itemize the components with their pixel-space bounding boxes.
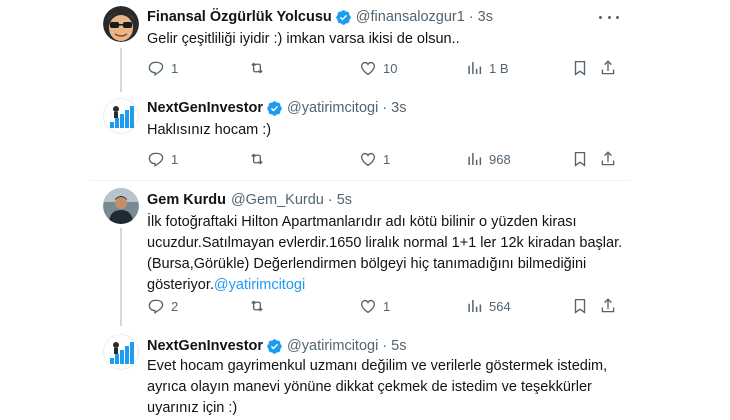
like-count: 1 — [383, 298, 391, 314]
tweet[interactable]: NextGenInvestor @yatirimcitogi · 3s Hakl… — [90, 98, 630, 178]
author-name[interactable]: Gem Kurdu — [147, 192, 226, 208]
text-line: İlk fotoğraftaki Hilton Apartmanlarıdır … — [147, 214, 577, 230]
view-count: 564 — [489, 298, 511, 314]
reply-button[interactable]: 1 — [147, 58, 178, 78]
like-button[interactable]: 1 — [359, 296, 390, 316]
retweet-button[interactable] — [248, 149, 272, 169]
tweet-text: Haklısınız hocam :) — [147, 122, 272, 138]
views-button[interactable]: 1 B — [465, 58, 509, 78]
tweet-header: NextGenInvestor @yatirimcitogi · 5s — [147, 336, 406, 356]
reply-icon — [148, 152, 164, 168]
bookmark-icon — [574, 151, 586, 167]
text-fragment: gösteriyor. — [147, 277, 214, 293]
reply-button[interactable]: 2 — [147, 296, 178, 316]
views-button[interactable]: 564 — [465, 296, 511, 316]
share-button[interactable] — [599, 296, 617, 316]
reply-icon — [148, 61, 164, 77]
tweet-text: Gelir çeşitliliği iyidir :) imkan varsa … — [147, 31, 460, 47]
tweet-header: NextGenInvestor @yatirimcitogi · 3s — [147, 98, 406, 118]
tweet-text: Evet hocam gayrimenkul uzmanı değilim ve… — [147, 356, 627, 419]
retweet-icon — [251, 300, 263, 312]
like-count: 10 — [383, 60, 398, 76]
bookmark-button[interactable] — [571, 296, 589, 316]
more-icon[interactable] — [599, 10, 619, 24]
like-count: 1 — [383, 151, 391, 167]
author-handle[interactable]: @finansalozgur1 — [356, 9, 465, 25]
tweet-actions: 1 10 1 B — [147, 58, 615, 78]
bookmark-button[interactable] — [571, 149, 589, 169]
share-icon — [601, 298, 615, 313]
reply-count: 1 — [171, 60, 179, 76]
verified-badge-icon — [336, 9, 351, 25]
text-line: ayrıca olayın manevi yönüne dikkat çekme… — [147, 379, 592, 395]
reply-count: 2 — [171, 298, 179, 314]
text-line: Evet hocam gayrimenkul uzmanı değilim ve… — [147, 358, 608, 374]
author-handle[interactable]: @Gem_Kurdu — [231, 192, 324, 208]
mention-link[interactable]: @yatirimcitogi — [214, 277, 305, 293]
share-button[interactable] — [599, 149, 617, 169]
separator: · — [468, 9, 474, 25]
share-button[interactable] — [599, 58, 617, 78]
separator: · — [327, 192, 333, 208]
author-name[interactable]: NextGenInvestor — [147, 338, 263, 354]
share-icon — [601, 151, 615, 166]
text-line: (Bursa,Görükle) Değerlendirmen bölgeyi h… — [147, 256, 587, 272]
retweet-button[interactable] — [248, 296, 272, 316]
timestamp[interactable]: 3s — [478, 9, 493, 25]
retweet-icon — [251, 153, 263, 165]
heart-icon — [360, 152, 376, 167]
text-line: gösteriyor.@yatirimcitogi — [147, 275, 627, 296]
retweet-icon — [251, 62, 263, 74]
reply-count: 1 — [171, 151, 179, 167]
separator: · — [382, 100, 388, 116]
tweet[interactable]: Finansal Özgürlük Yolcusu @finansalozgur… — [90, 7, 630, 87]
like-button[interactable]: 10 — [359, 58, 397, 78]
verified-badge-icon — [267, 338, 282, 354]
tweet[interactable]: Gem Kurdu @Gem_Kurdu · 5s İlk fotoğrafta… — [90, 190, 630, 320]
view-count: 968 — [489, 151, 511, 167]
retweet-button[interactable] — [248, 58, 272, 78]
author-handle[interactable]: @yatirimcitogi — [287, 338, 378, 354]
separator: · — [382, 338, 388, 354]
views-icon — [468, 62, 482, 74]
author-name[interactable]: NextGenInvestor — [147, 100, 263, 116]
tweet-actions: 1 1 968 — [147, 149, 615, 169]
tweet-actions: 2 1 564 — [147, 296, 615, 316]
like-button[interactable]: 1 — [359, 149, 390, 169]
reply-button[interactable]: 1 — [147, 149, 178, 169]
tweet-header: Finansal Özgürlük Yolcusu @finansalozgur… — [147, 7, 493, 27]
author-name[interactable]: Finansal Özgürlük Yolcusu — [147, 9, 332, 25]
text-line: ucuzdur.Satılmayan evlerdir.1650 liralık… — [147, 235, 623, 251]
tweet-header: Gem Kurdu @Gem_Kurdu · 5s — [147, 190, 352, 210]
views-icon — [468, 153, 482, 165]
views-icon — [468, 300, 482, 312]
views-button[interactable]: 968 — [465, 149, 511, 169]
divider — [90, 180, 630, 181]
author-handle[interactable]: @yatirimcitogi — [287, 100, 378, 116]
bookmark-icon — [574, 298, 586, 314]
bookmark-button[interactable] — [571, 58, 589, 78]
share-icon — [601, 60, 615, 75]
text-line: uyarınız için :) — [147, 400, 238, 416]
heart-icon — [360, 61, 376, 76]
tweet-text: İlk fotoğraftaki Hilton Apartmanlarıdır … — [147, 212, 627, 296]
heart-icon — [360, 299, 376, 314]
thread-view: Finansal Özgürlük Yolcusu @finansalozgur… — [0, 0, 730, 420]
timestamp[interactable]: 5s — [337, 192, 352, 208]
bookmark-icon — [574, 60, 586, 76]
timestamp[interactable]: 3s — [391, 100, 406, 116]
reply-icon — [148, 299, 164, 315]
timestamp[interactable]: 5s — [391, 338, 406, 354]
view-count: 1 B — [489, 60, 509, 76]
verified-badge-icon — [267, 100, 282, 116]
tweet[interactable]: NextGenInvestor @yatirimcitogi · 5s Evet… — [90, 336, 630, 420]
